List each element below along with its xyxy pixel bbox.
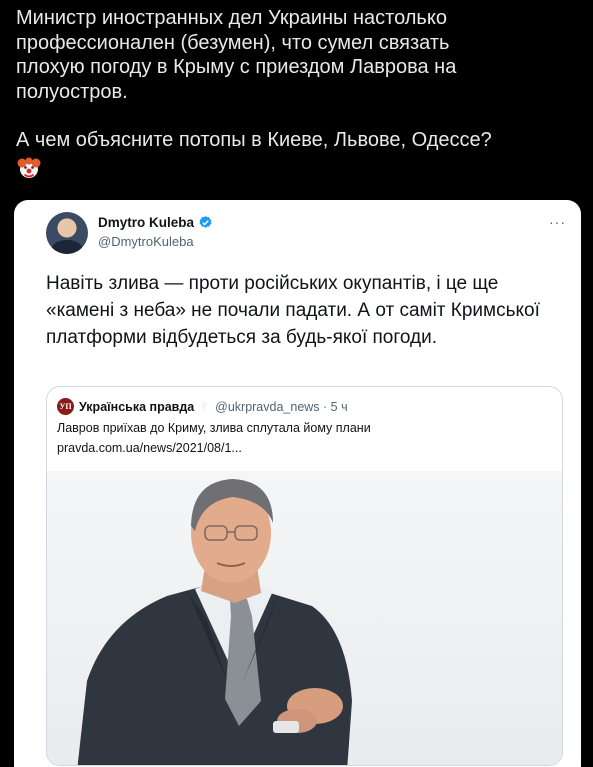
post-line: профессионален (безумен), что сумел связ… [16, 31, 450, 54]
post-line: А чем объясните потопы в Киеве, Львове, … [16, 129, 492, 151]
embedded-headline: Лавров приїхав до Криму, злива сплутала … [57, 421, 371, 435]
victory-hand-icon: ✌ [199, 398, 211, 414]
embedded-quote-card[interactable]: УП Українська правда ✌ @ukrpravda_news ·… [46, 386, 563, 766]
ukrainska-pravda-logo: УП [57, 398, 74, 415]
author-name[interactable]: Dmytro Kuleba [98, 215, 194, 230]
source-handle-time[interactable]: @ukrpravda_news · 5 ч [215, 400, 347, 414]
post-line: полуостров. [16, 80, 128, 103]
more-options-icon[interactable]: ··· [549, 214, 566, 230]
author-name-row[interactable]: Dmytro Kuleba [98, 215, 213, 230]
author-handle[interactable]: @DmytroKuleba [98, 234, 194, 249]
embedded-link[interactable]: pravda.com.ua/news/2021/08/1... [57, 441, 242, 455]
post-line: плохую погоду в Крыму с приездом Лаврова… [16, 56, 457, 78]
post-text: Министр иностранных дел Украины настольк… [16, 6, 586, 181]
tweet-body: Навіть злива — проти російських окупанті… [46, 273, 540, 348]
news-photo[interactable] [47, 471, 562, 765]
verified-badge-icon [199, 215, 212, 228]
source-name[interactable]: Українська правда [79, 400, 194, 414]
clown-face-icon [16, 155, 42, 181]
post-line: Министр иностранных дел Украины настольк… [16, 7, 447, 29]
avatar[interactable] [46, 212, 88, 254]
tweet-header: Dmytro Kuleba @DmytroKuleba ··· [46, 212, 566, 262]
quoted-tweet-card[interactable]: Dmytro Kuleba @DmytroKuleba ··· Навіть з… [14, 200, 581, 767]
embedded-quote-header: УП Українська правда ✌ @ukrpravda_news ·… [57, 398, 348, 415]
person-photo-illustration [77, 479, 352, 765]
